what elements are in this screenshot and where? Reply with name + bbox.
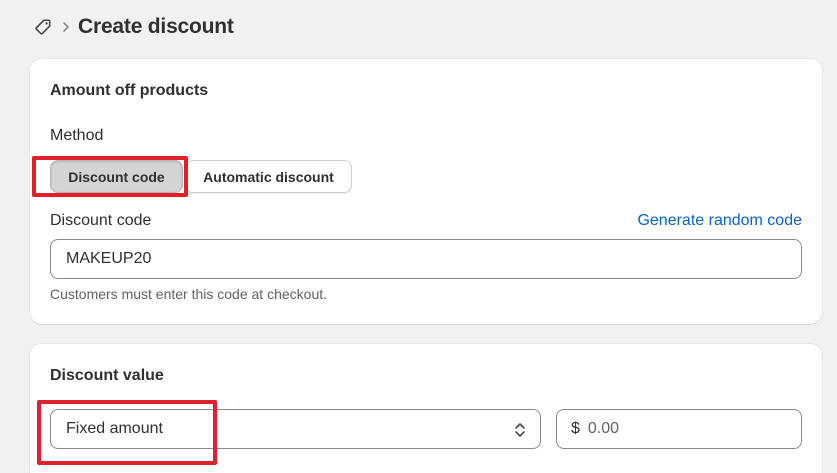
select-arrows-icon <box>514 421 526 444</box>
method-label: Method <box>50 127 104 144</box>
chevron-right-icon <box>62 20 72 34</box>
discount-method-card: Amount off products Method Discount code… <box>30 59 822 324</box>
page-title: Create discount <box>78 15 234 38</box>
discount-code-label: Discount code <box>50 212 152 229</box>
currency-symbol: $ <box>571 420 580 437</box>
discount-code-input[interactable]: MAKEUP20 <box>50 239 802 279</box>
amount-placeholder: 0.00 <box>587 420 620 437</box>
generate-random-code-link[interactable]: Generate random code <box>637 212 802 230</box>
card-title: Amount off products <box>50 82 209 99</box>
discount-code-value: MAKEUP20 <box>66 250 152 267</box>
discount-type-select[interactable]: Fixed amount <box>50 409 541 449</box>
method-segmented-control: Discount code Automatic discount <box>50 159 352 194</box>
discount-code-help-text: Customers must enter this code at checko… <box>50 286 328 302</box>
create-discount-page: Create discount Amount off products Meth… <box>0 0 837 473</box>
discount-value-card: Discount value Fixed amount $ 0.00 <box>30 344 822 473</box>
card-title: Discount value <box>50 367 164 384</box>
discount-amount-input[interactable]: $ 0.00 <box>556 409 802 449</box>
tag-icon[interactable] <box>32 16 54 38</box>
discount-type-value: Fixed amount <box>66 420 163 437</box>
automatic-discount-option[interactable]: Automatic discount <box>185 160 352 193</box>
discount-code-option[interactable]: Discount code <box>50 160 183 193</box>
page-header: Create discount <box>32 12 234 42</box>
